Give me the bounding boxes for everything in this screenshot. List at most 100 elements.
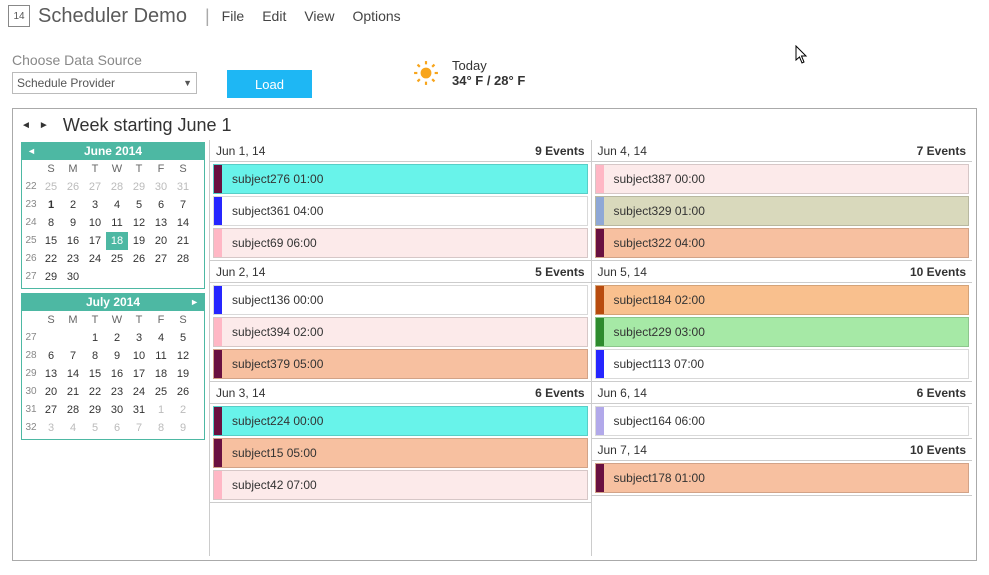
mini-cal-day[interactable]: 14 [172,214,194,232]
mini-cal-day[interactable]: 9 [172,419,194,437]
mini-cal-day[interactable]: 15 [40,232,62,250]
mini-cal-day[interactable]: 3 [128,329,150,347]
mini-cal-day[interactable]: 12 [128,214,150,232]
event-item[interactable]: subject178 01:00 [595,463,970,493]
mini-cal-day[interactable]: 14 [62,365,84,383]
mini-cal-day[interactable]: 10 [128,347,150,365]
mini-cal-day[interactable]: 19 [128,232,150,250]
mini-cal-day[interactable]: 28 [106,178,128,196]
event-item[interactable]: subject276 01:00 [213,164,588,194]
mini-cal-day[interactable]: 26 [62,178,84,196]
event-item[interactable]: subject69 06:00 [213,228,588,258]
mini-cal-day[interactable]: 5 [172,329,194,347]
menu-options[interactable]: Options [352,8,400,24]
event-item[interactable]: subject42 07:00 [213,470,588,500]
mini-cal-day[interactable]: 16 [62,232,84,250]
mini-cal-day[interactable]: 23 [106,383,128,401]
mini-cal-day[interactable]: 24 [128,383,150,401]
mini-cal-day[interactable]: 22 [84,383,106,401]
mini-cal-day[interactable]: 16 [106,365,128,383]
mini-cal-day[interactable]: 6 [40,347,62,365]
mini-cal-day[interactable]: 11 [106,214,128,232]
event-item[interactable]: subject329 01:00 [595,196,970,226]
load-button[interactable]: Load [227,70,312,98]
mini-cal-day[interactable]: 18 [106,232,128,250]
day-header[interactable]: Jun 3, 146 Events [210,382,591,404]
mini-cal-day[interactable]: 26 [172,383,194,401]
mini-cal-day[interactable]: 4 [150,329,172,347]
mini-cal-day[interactable]: 2 [62,196,84,214]
mini-cal-day[interactable]: 9 [106,347,128,365]
mini-cal-day[interactable]: 28 [62,401,84,419]
mini-cal-day[interactable]: 7 [62,347,84,365]
mini-cal-day[interactable]: 29 [40,268,62,286]
day-header[interactable]: Jun 4, 147 Events [592,140,973,162]
mini-cal-day[interactable]: 26 [128,250,150,268]
menu-view[interactable]: View [304,8,334,24]
mini-cal-day[interactable]: 1 [84,329,106,347]
mini-cal-day[interactable]: 24 [84,250,106,268]
mini-cal-day[interactable]: 29 [84,401,106,419]
mini-cal-next-button[interactable]: ► [190,297,199,307]
mini-cal-day[interactable]: 27 [150,250,172,268]
event-item[interactable]: subject113 07:00 [595,349,970,379]
mini-cal-day[interactable]: 21 [172,232,194,250]
day-header[interactable]: Jun 5, 1410 Events [592,261,973,283]
event-item[interactable]: subject394 02:00 [213,317,588,347]
mini-cal-day[interactable]: 7 [128,419,150,437]
menu-edit[interactable]: Edit [262,8,286,24]
mini-cal-day[interactable]: 22 [40,250,62,268]
mini-cal-day[interactable]: 11 [150,347,172,365]
mini-cal-day[interactable]: 5 [128,196,150,214]
mini-cal-day[interactable]: 25 [40,178,62,196]
mini-cal-day[interactable]: 2 [172,401,194,419]
mini-cal-day[interactable]: 13 [150,214,172,232]
prev-week-button[interactable]: ◄ [21,120,31,131]
event-item[interactable]: subject15 05:00 [213,438,588,468]
event-item[interactable]: subject136 00:00 [213,285,588,315]
mini-cal-day[interactable]: 3 [40,419,62,437]
mini-cal-day[interactable]: 7 [172,196,194,214]
mini-cal-day[interactable]: 30 [106,401,128,419]
mini-cal-day[interactable]: 8 [150,419,172,437]
mini-cal-day[interactable]: 1 [40,196,62,214]
event-item[interactable]: subject361 04:00 [213,196,588,226]
mini-cal-day[interactable]: 30 [150,178,172,196]
day-header[interactable]: Jun 2, 145 Events [210,261,591,283]
mini-cal-day[interactable]: 5 [84,419,106,437]
mini-cal-day[interactable]: 20 [150,232,172,250]
mini-cal-day[interactable]: 4 [106,196,128,214]
mini-cal-day[interactable]: 27 [40,401,62,419]
day-header[interactable]: Jun 7, 1410 Events [592,439,973,461]
event-item[interactable]: subject387 00:00 [595,164,970,194]
menu-file[interactable]: File [222,8,245,24]
mini-cal-day[interactable]: 28 [172,250,194,268]
mini-cal-day[interactable]: 3 [84,196,106,214]
mini-cal-day[interactable]: 25 [106,250,128,268]
mini-cal-day[interactable]: 1 [150,401,172,419]
mini-cal-day[interactable]: 25 [150,383,172,401]
event-item[interactable]: subject322 04:00 [595,228,970,258]
mini-cal-day[interactable]: 4 [62,419,84,437]
mini-cal-day[interactable]: 23 [62,250,84,268]
datasource-select[interactable]: Schedule Provider ▼ [12,72,197,94]
mini-cal-day[interactable]: 21 [62,383,84,401]
mini-cal-day[interactable]: 10 [84,214,106,232]
mini-cal-prev-button[interactable]: ◄ [27,146,36,156]
mini-cal-day[interactable]: 12 [172,347,194,365]
mini-cal-day[interactable]: 8 [84,347,106,365]
mini-cal-day[interactable]: 8 [40,214,62,232]
event-item[interactable]: subject379 05:00 [213,349,588,379]
mini-cal-day[interactable]: 27 [84,178,106,196]
mini-cal-day[interactable]: 31 [128,401,150,419]
mini-cal-day[interactable]: 17 [84,232,106,250]
mini-cal-day[interactable]: 2 [106,329,128,347]
event-item[interactable]: subject229 03:00 [595,317,970,347]
event-item[interactable]: subject224 00:00 [213,406,588,436]
mini-cal-day[interactable]: 30 [62,268,84,286]
mini-cal-day[interactable]: 20 [40,383,62,401]
mini-cal-day[interactable]: 31 [172,178,194,196]
mini-cal-day[interactable]: 15 [84,365,106,383]
mini-cal-day[interactable]: 9 [62,214,84,232]
day-header[interactable]: Jun 6, 146 Events [592,382,973,404]
